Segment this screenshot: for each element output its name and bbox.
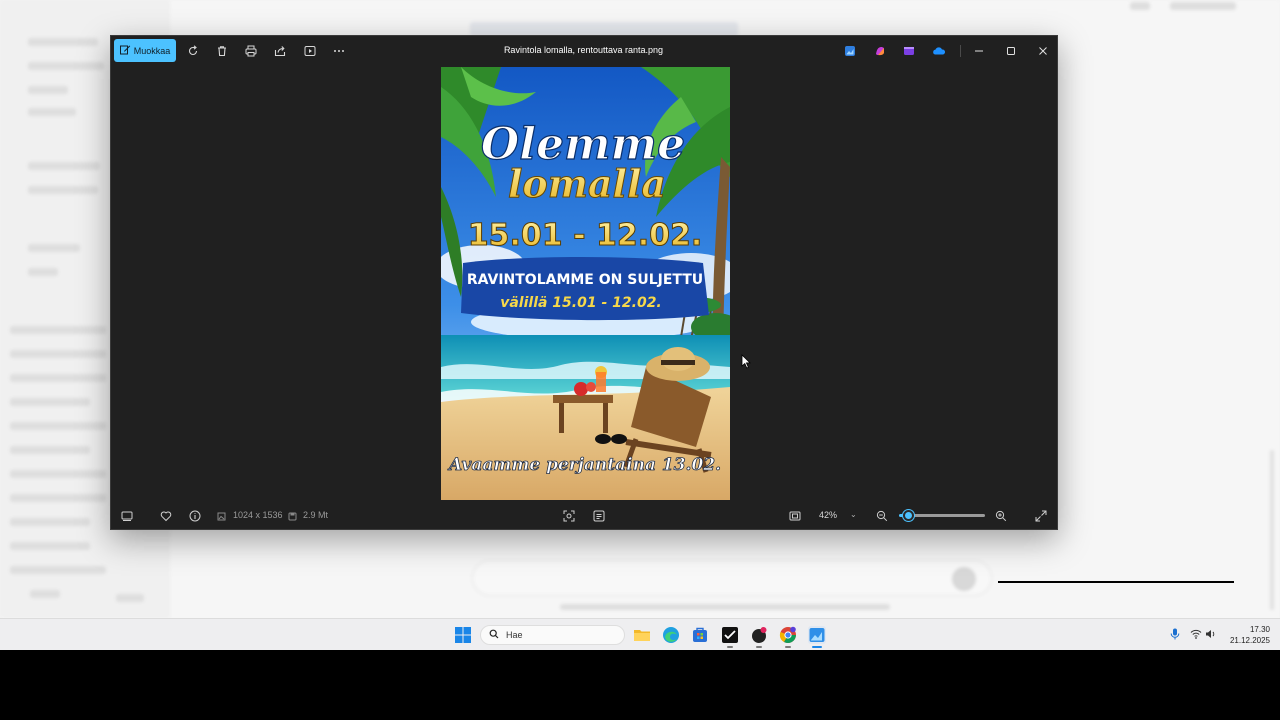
photos-taskbar-icon[interactable] [808, 626, 826, 644]
share-icon[interactable] [272, 43, 288, 59]
zoom-out-icon[interactable] [875, 509, 889, 523]
clock-time: 17.30 [1249, 625, 1270, 634]
onedrive-icon[interactable] [931, 43, 947, 59]
poster-banner-line1: RAVINTOLAMME ON SULJETTU [467, 272, 703, 288]
mouse-cursor-icon [741, 354, 751, 374]
file-size-icon [287, 509, 297, 523]
edit-button-label: Muokkaa [133, 45, 171, 56]
clock-date: 21.12.2025 [1229, 636, 1270, 645]
taskbar: Hae 17.30 21.12.2025 [0, 618, 1280, 650]
system-clock[interactable]: 17.30 21.12.2025 [1224, 624, 1270, 646]
microsoft-store-icon[interactable] [691, 626, 709, 644]
file-size: 2.9 Mt [303, 510, 329, 520]
desktop: Muokkaa Ravintola lomalla, rentouttava r… [0, 0, 1280, 650]
title-bar-separator [960, 45, 961, 57]
title-bar: Muokkaa Ravintola lomalla, rentouttava r… [111, 36, 1057, 66]
zoom-slider-track[interactable] [904, 514, 985, 517]
photos-app-icon[interactable] [842, 43, 858, 59]
print-icon[interactable] [243, 43, 259, 59]
zoom-slider-thumb[interactable] [903, 510, 914, 521]
favorite-icon[interactable] [159, 509, 173, 523]
wifi-icon[interactable] [1190, 628, 1202, 640]
poster-banner-line2: välillä 15.01 - 12.02. [500, 295, 662, 311]
edge-browser-icon[interactable] [662, 626, 680, 644]
taskbar-search-box[interactable]: Hae [480, 625, 625, 645]
file-name-title: Ravintola lomalla, rentouttava ranta.png [503, 45, 664, 55]
filmstrip-icon[interactable] [120, 509, 134, 523]
minimize-icon[interactable] [971, 43, 987, 59]
chevron-down-icon[interactable]: ⌄ [850, 510, 857, 519]
file-explorer-icon[interactable] [633, 626, 651, 644]
start-windows-icon[interactable] [454, 626, 472, 644]
background-send-button [952, 567, 976, 591]
more-options-icon[interactable] [331, 43, 347, 59]
close-icon[interactable] [1035, 43, 1051, 59]
image-dimensions-icon [216, 509, 226, 523]
delete-icon[interactable] [214, 43, 230, 59]
background-scrollbar [1270, 450, 1274, 610]
background-chat-input [472, 560, 992, 596]
search-icon [489, 629, 499, 641]
microphone-icon[interactable] [1169, 628, 1181, 640]
text-scan-icon[interactable] [592, 509, 606, 523]
info-icon[interactable] [188, 509, 202, 523]
edit-icon [119, 44, 131, 57]
fullscreen-icon[interactable] [1034, 509, 1048, 523]
terminal-app-icon[interactable] [721, 626, 739, 644]
photos-viewer-window: Muokkaa Ravintola lomalla, rentouttava r… [110, 35, 1058, 530]
edit-button[interactable]: Muokkaa [114, 39, 176, 62]
image-dimensions: 1024 x 1536 [233, 510, 283, 520]
poster-dates: 15.01 - 12.02. [468, 218, 703, 253]
copilot-icon[interactable] [872, 43, 888, 59]
search-placeholder: Hae [506, 630, 523, 640]
clipchamp-icon[interactable] [901, 43, 917, 59]
poster-image: Olemme lomalla 15.01 - 12.02. RAVINTOLAM… [441, 67, 730, 500]
poster-headline-2: lomalla [508, 161, 666, 206]
zoom-level[interactable]: 42% [819, 510, 837, 520]
maximize-icon[interactable] [1003, 43, 1019, 59]
black-line [998, 581, 1234, 583]
github-app-icon[interactable] [750, 626, 768, 644]
chrome-browser-icon[interactable] [779, 626, 797, 644]
volume-icon[interactable] [1205, 628, 1217, 640]
rotate-icon[interactable] [185, 43, 201, 59]
fit-to-window-icon[interactable] [788, 509, 802, 523]
zoom-in-icon[interactable] [994, 509, 1008, 523]
slideshow-icon[interactable] [302, 43, 318, 59]
visual-search-icon[interactable] [562, 509, 576, 523]
poster-footer: Avaamme perjantaina 13.02. [447, 455, 721, 475]
